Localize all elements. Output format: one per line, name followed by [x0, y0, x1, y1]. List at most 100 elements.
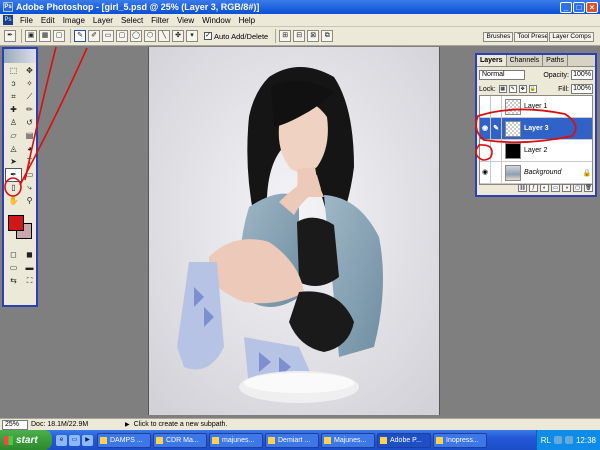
rectangle-shape-icon[interactable]: ▭	[102, 30, 114, 42]
auto-add-delete-checkbox[interactable]: ✓	[204, 32, 212, 40]
marquee-icon[interactable]: ⬚	[6, 65, 21, 77]
language-indicator[interactable]: RL	[541, 436, 551, 445]
well-tab-brushes[interactable]: Brushes	[483, 32, 514, 42]
move-icon[interactable]: ✥	[22, 65, 37, 77]
close-button[interactable]: ×	[586, 1, 598, 13]
well-tab-tool-presets[interactable]: Tool Presets	[514, 32, 549, 42]
ellipse-icon[interactable]: ◯	[130, 30, 142, 42]
brush-icon[interactable]: ✏	[22, 104, 37, 116]
zoom-icon[interactable]: ⚲	[22, 195, 37, 207]
slice-icon[interactable]: ⟋	[22, 91, 37, 103]
link-cell[interactable]	[491, 139, 502, 162]
task-button[interactable]: Inopress...	[433, 432, 487, 448]
hand-icon[interactable]: ✋	[6, 195, 21, 207]
task-button[interactable]: Majunes...	[321, 432, 375, 448]
trash-icon[interactable]: 🗑	[584, 184, 593, 192]
pen-tool-preset-icon[interactable]: ✒	[4, 30, 16, 42]
menu-view[interactable]: View	[173, 16, 198, 25]
task-button[interactable]: majunes...	[209, 432, 263, 448]
blur-icon[interactable]: ◬	[6, 143, 21, 155]
media-icon[interactable]: ▶	[82, 434, 93, 446]
menu-help[interactable]: Help	[235, 16, 259, 25]
network-icon[interactable]	[564, 436, 573, 444]
pen-icon[interactable]: ✎	[74, 30, 86, 42]
healing-brush-icon[interactable]: ✚	[6, 104, 21, 116]
fill-pixels-icon[interactable]: ▢	[53, 30, 65, 42]
play-arrow-icon[interactable]: ▶	[125, 421, 130, 428]
eyedropper-icon[interactable]: ⤷	[22, 182, 37, 194]
jump-to-imageready-icon[interactable]: ⇆	[6, 275, 21, 287]
desktop-icon[interactable]: ▭	[69, 434, 80, 446]
volume-icon[interactable]	[553, 436, 562, 444]
custom-shape-icon[interactable]: ✤	[172, 30, 184, 42]
lock-transparency-icon[interactable]: ▦	[498, 85, 507, 93]
zoom-level-input[interactable]: 25%	[2, 419, 28, 430]
task-button[interactable]: CDR Ma...	[153, 432, 207, 448]
dodge-icon[interactable]: ◕	[22, 143, 37, 155]
paths-mode-icon[interactable]: ▦	[39, 30, 51, 42]
menu-layer[interactable]: Layer	[89, 16, 117, 25]
link-layers-icon[interactable]: ⛓	[518, 184, 527, 192]
history-brush-icon[interactable]: ↺	[22, 117, 37, 129]
shape-layers-icon[interactable]: ▣	[25, 30, 37, 42]
visibility-toggle[interactable]	[480, 95, 491, 118]
shape-icon[interactable]: ▭	[22, 169, 37, 181]
eye-icon[interactable]: ◉	[480, 117, 491, 140]
document-canvas[interactable]	[148, 47, 440, 415]
lock-all-icon[interactable]: 🔒	[528, 85, 537, 93]
pen-tool-icon[interactable]: ✒	[5, 168, 22, 182]
link-cell[interactable]	[491, 161, 502, 184]
layer-mask-icon[interactable]: ◐	[540, 184, 549, 192]
menu-select[interactable]: Select	[117, 16, 147, 25]
notes-icon[interactable]: ▯	[6, 182, 21, 194]
ie-icon[interactable]: e	[56, 434, 67, 446]
task-button[interactable]: Demiart ...	[265, 432, 319, 448]
minimize-button[interactable]: _	[560, 1, 572, 13]
path-add-icon[interactable]: ⊞	[279, 30, 292, 42]
rounded-rectangle-icon[interactable]: ▢	[116, 30, 128, 42]
menu-image[interactable]: Image	[59, 16, 89, 25]
standard-mode-icon[interactable]: ◻	[6, 249, 21, 261]
eraser-icon[interactable]: ▱	[6, 130, 21, 142]
layer-row-layer-2[interactable]: Layer 2	[480, 139, 592, 162]
document-size[interactable]: Doc: 18.1M/22.9M	[31, 421, 121, 428]
layer-row-background[interactable]: ◉ Background 🔒	[480, 161, 592, 184]
paintbrush-icon[interactable]: ✎	[491, 117, 502, 140]
menu-file[interactable]: File	[16, 16, 37, 25]
layer-row-layer-3[interactable]: ◉ ✎ Layer 3	[480, 117, 592, 140]
tab-channels[interactable]: Channels	[507, 55, 544, 66]
well-tab-layer-comps[interactable]: Layer Comps	[549, 32, 594, 42]
type-icon[interactable]: T	[22, 156, 37, 168]
tab-paths[interactable]: Paths	[543, 55, 569, 66]
layer-style-icon[interactable]: ƒ	[529, 184, 538, 192]
maximize-button[interactable]: □	[573, 1, 585, 13]
geometry-options-icon[interactable]: ▾	[186, 30, 198, 42]
task-button-active[interactable]: Adobe P...	[377, 432, 431, 448]
task-button[interactable]: DAMPS ...	[97, 432, 151, 448]
fill-input[interactable]: 100%	[571, 84, 593, 94]
path-intersect-icon[interactable]: ⊠	[307, 30, 320, 42]
lasso-icon[interactable]: ↄ	[6, 78, 21, 90]
fullscreen-icon[interactable]: ⛶	[22, 275, 37, 287]
adjustment-layer-icon[interactable]: ◑	[562, 184, 571, 192]
link-cell[interactable]	[491, 95, 502, 118]
menu-edit[interactable]: Edit	[37, 16, 59, 25]
quick-mask-icon[interactable]: ◼	[22, 249, 37, 261]
eye-icon[interactable]: ◉	[480, 161, 491, 184]
line-icon[interactable]: ╲	[158, 30, 170, 42]
magic-wand-icon[interactable]: ✧	[22, 78, 37, 90]
opacity-input[interactable]: 100%	[571, 70, 593, 80]
start-button[interactable]: start	[0, 430, 52, 450]
visibility-toggle[interactable]	[480, 139, 491, 162]
crop-icon[interactable]: ⌗	[6, 91, 21, 103]
screen-mode-full-icon[interactable]: ▬	[22, 262, 37, 274]
new-set-icon[interactable]: ▭	[551, 184, 560, 192]
path-subtract-icon[interactable]: ⊟	[293, 30, 306, 42]
path-selection-icon[interactable]: ➤	[6, 156, 21, 168]
polygon-icon[interactable]: ⬡	[144, 30, 156, 42]
path-exclude-icon[interactable]: ⧉	[321, 30, 334, 42]
lock-image-icon[interactable]: ✎	[508, 85, 517, 93]
layer-row-layer-1[interactable]: Layer 1	[480, 95, 592, 118]
clone-stamp-icon[interactable]: ♙	[6, 117, 21, 129]
screen-mode-standard-icon[interactable]: ▭	[6, 262, 21, 274]
